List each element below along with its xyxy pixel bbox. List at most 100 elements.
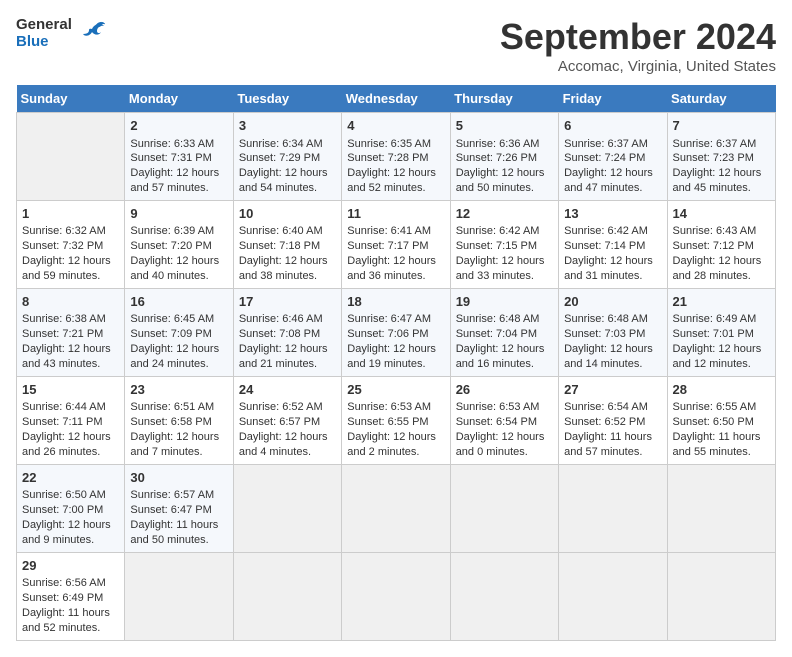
sunrise-text: Sunrise: 6:44 AM xyxy=(22,401,106,413)
day-number: 25 xyxy=(347,381,444,399)
sunrise-text: Sunrise: 6:36 AM xyxy=(456,138,540,150)
sunset-text: Sunset: 7:11 PM xyxy=(22,416,103,428)
calendar-cell: 1 Sunrise: 6:32 AM Sunset: 7:32 PM Daylight… xyxy=(17,200,125,288)
calendar-cell: 14Sunrise: 6:43 AMSunset: 7:12 PMDayligh… xyxy=(667,200,775,288)
sunrise-text: Sunrise: 6:53 AM xyxy=(347,401,431,413)
sunrise-text: Sunrise: 6:50 AM xyxy=(22,489,106,501)
logo-general: General xyxy=(16,16,72,33)
daylight-text: Daylight: 12 hours and 2 minutes. xyxy=(347,431,436,458)
day-number: 3 xyxy=(239,117,336,135)
daylight-text: Daylight: 12 hours and 50 minutes. xyxy=(456,167,545,194)
sunset-text: Sunset: 7:15 PM xyxy=(456,240,537,252)
sunrise-text: Sunrise: 6:55 AM xyxy=(673,401,757,413)
calendar-cell: 2Sunrise: 6:33 AMSunset: 7:31 PMDaylight… xyxy=(125,113,233,201)
sunrise-text: Sunrise: 6:39 AM xyxy=(130,225,214,237)
day-number: 24 xyxy=(239,381,336,399)
daylight-text: Daylight: 12 hours and 26 minutes. xyxy=(22,431,111,458)
daylight-text: Daylight: 12 hours and 36 minutes. xyxy=(347,255,436,282)
sunset-text: Sunset: 6:52 PM xyxy=(564,416,645,428)
calendar-cell: 29Sunrise: 6:56 AMSunset: 6:49 PMDayligh… xyxy=(17,552,125,640)
calendar-cell xyxy=(125,552,233,640)
sunrise-text: Sunrise: 6:34 AM xyxy=(239,138,323,150)
sunset-text: Sunset: 7:29 PM xyxy=(239,152,320,164)
daylight-text: Daylight: 11 hours and 50 minutes. xyxy=(130,519,218,546)
daylight-text: Daylight: 12 hours and 33 minutes. xyxy=(456,255,545,282)
daylight-text: Daylight: 12 hours and 31 minutes. xyxy=(564,255,653,282)
calendar-cell xyxy=(342,464,450,552)
calendar-cell xyxy=(450,464,558,552)
calendar-cell: 30Sunrise: 6:57 AMSunset: 6:47 PMDayligh… xyxy=(125,464,233,552)
col-monday: Monday xyxy=(125,85,233,113)
calendar-cell xyxy=(233,552,341,640)
day-number: 20 xyxy=(564,293,661,311)
sunset-text: Sunset: 7:31 PM xyxy=(130,152,211,164)
calendar-cell xyxy=(342,552,450,640)
day-number: 29 xyxy=(22,557,119,575)
logo-blue: Blue xyxy=(16,33,72,50)
table-row: 8Sunrise: 6:38 AMSunset: 7:21 PMDaylight… xyxy=(17,288,776,376)
sunrise-text: Sunrise: 6:42 AM xyxy=(564,225,648,237)
day-number: 28 xyxy=(673,381,770,399)
calendar-cell xyxy=(667,552,775,640)
sunrise-text: Sunrise: 6:57 AM xyxy=(130,489,214,501)
daylight-text: Daylight: 12 hours and 52 minutes. xyxy=(347,167,436,194)
day-number: 21 xyxy=(673,293,770,311)
table-row: 29Sunrise: 6:56 AMSunset: 6:49 PMDayligh… xyxy=(17,552,776,640)
sunset-text: Sunset: 7:04 PM xyxy=(456,328,537,340)
calendar-cell: 13Sunrise: 6:42 AMSunset: 7:14 PMDayligh… xyxy=(559,200,667,288)
day-number: 26 xyxy=(456,381,553,399)
sunset-text: Sunset: 7:17 PM xyxy=(347,240,428,252)
calendar-cell: 27Sunrise: 6:54 AMSunset: 6:52 PMDayligh… xyxy=(559,376,667,464)
sunrise-text: Sunrise: 6:52 AM xyxy=(239,401,323,413)
day-number: 14 xyxy=(673,205,770,223)
sunset-text: Sunset: 7:21 PM xyxy=(22,328,103,340)
daylight-text: Daylight: 12 hours and 0 minutes. xyxy=(456,431,545,458)
daylight-text: Daylight: 12 hours and 40 minutes. xyxy=(130,255,219,282)
calendar-cell: 5 Sunrise: 6:36 AM Sunset: 7:26 PM Daylight… xyxy=(450,113,558,201)
page-subtitle: Accomac, Virginia, United States xyxy=(500,58,776,75)
sunset-text: Sunset: 7:09 PM xyxy=(130,328,211,340)
daylight-text: Daylight: 12 hours and 54 minutes. xyxy=(239,167,328,194)
sunrise-text: Sunrise: 6:53 AM xyxy=(456,401,540,413)
calendar-cell: 21Sunrise: 6:49 AMSunset: 7:01 PMDayligh… xyxy=(667,288,775,376)
calendar-cell: 16Sunrise: 6:45 AMSunset: 7:09 PMDayligh… xyxy=(125,288,233,376)
day-number: 1 xyxy=(22,205,119,223)
daylight-text: Daylight: 12 hours and 59 minutes. xyxy=(22,255,111,282)
sunrise-text: Sunrise: 6:41 AM xyxy=(347,225,431,237)
sunrise-text: Sunrise: 6:32 AM xyxy=(22,225,106,237)
col-sunday: Sunday xyxy=(17,85,125,113)
calendar-cell xyxy=(450,552,558,640)
day-number: 13 xyxy=(564,205,661,223)
sunset-text: Sunset: 7:06 PM xyxy=(347,328,428,340)
daylight-text: Daylight: 12 hours and 19 minutes. xyxy=(347,343,436,370)
sunset-text: Sunset: 7:26 PM xyxy=(456,152,537,164)
daylight-text: Daylight: 12 hours and 21 minutes. xyxy=(239,343,328,370)
sunrise-text: Sunrise: 6:56 AM xyxy=(22,577,106,589)
logo: General Blue xyxy=(16,16,108,51)
sunrise-text: Sunrise: 6:43 AM xyxy=(673,225,757,237)
day-number: 6 xyxy=(564,117,661,135)
day-number: 7 xyxy=(673,117,770,135)
calendar-cell: 3 Sunrise: 6:34 AM Sunset: 7:29 PM Daylight… xyxy=(233,113,341,201)
calendar-cell: 12Sunrise: 6:42 AMSunset: 7:15 PMDayligh… xyxy=(450,200,558,288)
sunset-text: Sunset: 7:32 PM xyxy=(22,240,103,252)
calendar-header-row: Sunday Monday Tuesday Wednesday Thursday… xyxy=(17,85,776,113)
day-number: 12 xyxy=(456,205,553,223)
calendar-cell: 4Sunrise: 6:35 AMSunset: 7:28 PMDaylight… xyxy=(342,113,450,201)
col-wednesday: Wednesday xyxy=(342,85,450,113)
day-number: 5 xyxy=(456,117,553,135)
calendar-cell: 19Sunrise: 6:48 AMSunset: 7:04 PMDayligh… xyxy=(450,288,558,376)
calendar-cell xyxy=(559,552,667,640)
sunset-text: Sunset: 6:49 PM xyxy=(22,592,103,604)
day-number: 22 xyxy=(22,469,119,487)
daylight-text: Daylight: 12 hours and 16 minutes. xyxy=(456,343,545,370)
sunrise-text: Sunrise: 6:48 AM xyxy=(564,313,648,325)
day-number: 11 xyxy=(347,205,444,223)
table-row: 1 Sunrise: 6:32 AM Sunset: 7:32 PM Daylight… xyxy=(17,200,776,288)
calendar-cell: 20Sunrise: 6:48 AMSunset: 7:03 PMDayligh… xyxy=(559,288,667,376)
day-number: 10 xyxy=(239,205,336,223)
sunset-text: Sunset: 6:47 PM xyxy=(130,504,211,516)
logo-bird-icon xyxy=(76,19,108,47)
sunset-text: Sunset: 6:54 PM xyxy=(456,416,537,428)
calendar-cell: 17Sunrise: 6:46 AMSunset: 7:08 PMDayligh… xyxy=(233,288,341,376)
